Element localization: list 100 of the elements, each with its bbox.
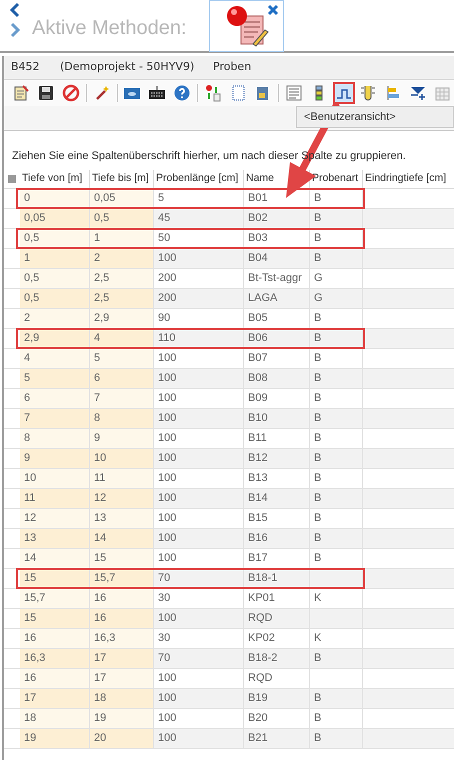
forward-icon[interactable] xyxy=(8,22,22,38)
column-header[interactable]: Probenlänge [cm] xyxy=(156,171,238,187)
table-cell: B xyxy=(310,529,363,548)
table-row[interactable]: 15 15,7 70 B18-1 xyxy=(4,569,454,589)
table-row[interactable]: 5 6 100 B08 B xyxy=(4,369,454,389)
table-row[interactable]: 1 2 100 B04 B xyxy=(4,249,454,269)
table-row[interactable]: 16 17 100 RQD xyxy=(4,669,454,689)
table-row[interactable]: 0,5 1 50 B03 B xyxy=(4,229,454,249)
table-cell: G xyxy=(310,289,363,308)
table-cell: B xyxy=(310,689,363,708)
table-cell: B16 xyxy=(244,529,310,548)
table-cell: B04 xyxy=(244,249,310,268)
table-row[interactable]: 16 16,3 30 KP02 K xyxy=(4,629,454,649)
table-cell: B xyxy=(310,729,363,748)
table-cell: B xyxy=(310,249,363,268)
table-cell: B xyxy=(310,449,363,468)
table-cell: 16 xyxy=(20,669,90,688)
table-row[interactable]: 13 14 100 B16 B xyxy=(4,529,454,549)
table-cell: B21 xyxy=(244,729,310,748)
table-cell: B19 xyxy=(244,689,310,708)
table-cell: 100 xyxy=(154,489,244,508)
table-cell: B xyxy=(310,369,363,388)
close-icon[interactable] xyxy=(266,4,279,16)
table-row[interactable]: 0,05 0,5 45 B02 B xyxy=(4,209,454,229)
table-row[interactable]: 0 0,05 5 B01 B xyxy=(4,189,454,209)
table-cell: 12 xyxy=(90,489,154,508)
toolbar-button[interactable] xyxy=(332,82,354,104)
table-cell: 16,3 xyxy=(20,649,90,668)
table-cell: 7 xyxy=(20,409,90,428)
table-cell: 17 xyxy=(20,689,90,708)
table-row[interactable]: 12 13 100 B15 B xyxy=(4,509,454,529)
table-cell: 0,5 xyxy=(20,269,90,288)
table-cell: 100 xyxy=(154,689,244,708)
table-cell: 4 xyxy=(20,349,90,368)
table-cell: 2,9 xyxy=(90,309,154,328)
table-cell: LAGA xyxy=(244,289,310,308)
save-icon xyxy=(36,84,55,102)
table-cell: 100 xyxy=(154,529,244,548)
table-row[interactable]: 0,5 2,5 200 Bt-Tst-aggr G xyxy=(4,269,454,289)
help-icon xyxy=(173,84,192,102)
table-cell: 8 xyxy=(90,409,154,428)
table-row[interactable]: 10 11 100 B13 B xyxy=(4,469,454,489)
keyboard-icon xyxy=(148,84,166,102)
table-cell: B18-2 xyxy=(244,649,310,668)
table-row[interactable]: 15,7 16 30 KP01 K xyxy=(4,589,454,609)
method-tile[interactable] xyxy=(208,0,284,52)
table-cell: 19 xyxy=(90,709,154,728)
back-icon[interactable] xyxy=(8,2,22,18)
table-row[interactable]: 19 20 100 B21 B xyxy=(4,729,454,749)
table-cell: 0,05 xyxy=(20,209,90,228)
table-row[interactable]: 4 5 100 B07 B xyxy=(4,349,454,369)
table-cell: 45 xyxy=(154,209,244,228)
column-header[interactable]: Tiefe bis [m] xyxy=(92,171,149,187)
filter-icon xyxy=(409,84,428,102)
table-row[interactable]: 17 18 100 B19 B xyxy=(4,689,454,709)
column-header[interactable]: Eindringtiefe [cm] xyxy=(365,171,446,187)
table-cell: B xyxy=(310,209,363,228)
table-cell: 100 xyxy=(154,249,244,268)
table-row[interactable]: 18 19 100 B20 B xyxy=(4,709,454,729)
table-cell: 17 xyxy=(90,669,154,688)
table-cell: RQD xyxy=(244,609,310,628)
section-name: Proben xyxy=(213,59,252,76)
table-cell: 16,3 xyxy=(90,629,154,648)
transfer-icon xyxy=(204,84,222,102)
table-cell: 6 xyxy=(20,389,90,408)
table-cell: 0,5 xyxy=(20,289,90,308)
notepad-icon xyxy=(12,84,30,102)
table-row[interactable]: 7 8 100 B10 B xyxy=(4,409,454,429)
table-row[interactable]: 2 2,9 90 B05 B xyxy=(4,309,454,329)
table-cell: 0,5 xyxy=(90,209,154,228)
table-cell xyxy=(310,609,363,628)
view-select[interactable]: <Benutzeransicht> xyxy=(296,106,454,128)
table-row[interactable]: 15 16 100 RQD xyxy=(4,609,454,629)
column-header[interactable]: Probenart xyxy=(312,171,358,187)
record-id: B452 xyxy=(11,59,41,76)
table-cell: 11 xyxy=(90,469,154,488)
table-row[interactable]: 8 9 100 B11 B xyxy=(4,429,454,449)
list-icon xyxy=(284,84,303,102)
table-cell: 10 xyxy=(20,469,90,488)
table-cell: B02 xyxy=(244,209,310,228)
table-cell: 15,7 xyxy=(20,589,90,608)
table-cell: B xyxy=(310,409,363,428)
table-row[interactable]: 0,5 2,5 200 LAGA G xyxy=(4,289,454,309)
table-row[interactable]: 2,9 4 110 B06 B xyxy=(4,329,454,349)
table-row[interactable]: 14 15 100 B17 B xyxy=(4,549,454,569)
table-row[interactable]: 16,3 17 70 B18-2 B xyxy=(4,649,454,669)
column-chooser-icon[interactable] xyxy=(8,174,16,184)
table-cell: 16 xyxy=(20,629,90,648)
table-cell: 17 xyxy=(90,649,154,668)
table-row[interactable]: 11 12 100 B14 B xyxy=(4,489,454,509)
table-row[interactable]: 9 10 100 B12 B xyxy=(4,449,454,469)
column-header[interactable]: Name xyxy=(246,171,274,187)
table-cell: 10 xyxy=(90,449,154,468)
table-cell: 15 xyxy=(90,549,154,568)
table-cell: 19 xyxy=(20,729,90,748)
column-header[interactable]: Tiefe von [m] xyxy=(22,171,82,187)
table-cell: 100 xyxy=(154,409,244,428)
table-row[interactable]: 6 7 100 B09 B xyxy=(4,389,454,409)
table-cell: B12 xyxy=(244,449,310,468)
table-cell: 2,5 xyxy=(90,289,154,308)
